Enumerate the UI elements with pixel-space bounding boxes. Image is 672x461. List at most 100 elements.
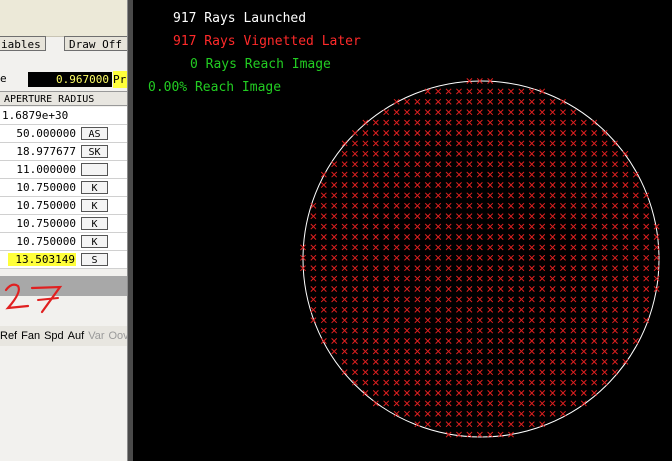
ray-marker <box>362 369 369 376</box>
ray-marker <box>404 369 410 376</box>
ray-marker <box>549 286 556 292</box>
aperture-value[interactable]: 18.977677 <box>4 145 76 158</box>
tool-spd[interactable]: Spd <box>44 330 64 342</box>
ray-marker <box>580 202 587 209</box>
table-row[interactable]: 13.503149 S <box>0 251 127 269</box>
table-row[interactable]: 10.750000 K <box>0 197 127 215</box>
ray-marker <box>601 317 608 324</box>
ray-marker <box>362 234 369 240</box>
draw-off-button[interactable]: Draw Off <box>64 36 127 51</box>
aperture-value[interactable]: 10.750000 <box>4 217 76 230</box>
ray-marker <box>539 161 546 168</box>
ray-marker <box>560 286 566 292</box>
aperture-type-button[interactable]: K <box>81 181 108 194</box>
ray-marker <box>580 182 587 188</box>
ray-marker <box>487 244 494 251</box>
ray-marker <box>393 254 400 261</box>
ray-marker <box>372 171 379 178</box>
table-row[interactable]: 50.000000 AS <box>0 125 127 143</box>
ray-marker <box>476 338 483 344</box>
aperture-type-button[interactable]: K <box>81 199 108 212</box>
ray-marker <box>383 390 390 396</box>
ray-marker <box>570 306 577 313</box>
ray-marker <box>456 400 462 407</box>
ray-marker <box>404 140 410 147</box>
ray-marker <box>518 338 525 344</box>
ray-marker <box>466 223 473 230</box>
ray-marker <box>497 369 504 376</box>
ray-marker <box>404 390 410 396</box>
aperture-value[interactable]: 10.750000 <box>4 181 76 194</box>
ray-marker <box>424 369 431 376</box>
ray-marker <box>456 223 462 230</box>
tool-var[interactable]: Var <box>88 330 104 342</box>
ray-marker <box>435 317 442 324</box>
tool-ref[interactable]: Ref <box>0 330 17 342</box>
ray-marker <box>601 234 608 240</box>
field-row: e 0.967000 Pr <box>0 71 127 88</box>
ray-marker <box>580 306 587 313</box>
tool-fan[interactable]: Fan <box>21 330 40 342</box>
ray-marker <box>372 234 379 240</box>
ray-marker <box>466 150 473 157</box>
aperture-value[interactable]: 50.000000 <box>4 127 76 140</box>
table-row[interactable]: 10.750000 K <box>0 215 127 233</box>
ray-marker <box>435 130 442 136</box>
aperture-value[interactable]: 11.000000 <box>4 163 76 176</box>
aperture-value[interactable]: 10.750000 <box>4 199 76 212</box>
table-row[interactable]: 1.6879e+30 <box>0 107 127 125</box>
ray-marker <box>414 140 421 147</box>
aperture-value[interactable]: 13.503149 <box>8 253 76 266</box>
ray-marker <box>372 265 379 272</box>
ray-marker <box>570 119 577 126</box>
ray-marker <box>466 369 473 376</box>
table-row[interactable]: 11.000000 <box>0 161 127 179</box>
ray-marker <box>497 161 504 168</box>
aperture-type-button[interactable] <box>81 163 108 176</box>
tool-auf[interactable]: Auf <box>68 330 85 342</box>
aperture-type-button[interactable]: K <box>81 217 108 230</box>
ray-marker <box>549 265 556 272</box>
aperture-type-button[interactable]: K <box>81 235 108 248</box>
ray-marker <box>612 182 618 188</box>
ray-marker <box>539 254 546 261</box>
ray-marker <box>445 306 452 313</box>
aperture-type-button[interactable]: S <box>81 253 108 266</box>
aperture-value[interactable]: 1.6879e+30 <box>2 109 74 122</box>
ray-marker <box>528 161 535 168</box>
ray-marker <box>383 306 390 313</box>
ray-marker <box>414 379 421 386</box>
ray-marker <box>508 130 514 136</box>
ray-marker <box>352 213 358 220</box>
ray-marker <box>518 327 525 334</box>
table-row[interactable]: 10.750000 K <box>0 233 127 251</box>
ray-marker <box>591 286 598 292</box>
ray-marker <box>331 327 338 334</box>
ray-marker <box>404 338 410 344</box>
ray-marker <box>487 213 494 220</box>
variables-button[interactable]: iables <box>0 36 46 51</box>
ray-marker <box>497 171 504 178</box>
ray-marker <box>622 296 629 303</box>
ray-marker <box>404 306 410 313</box>
table-row[interactable]: 10.750000 K <box>0 179 127 197</box>
ray-marker <box>518 244 525 251</box>
field-value-input[interactable]: 0.967000 <box>28 72 112 87</box>
ray-marker <box>362 379 369 386</box>
ray-marker <box>528 109 535 116</box>
ray-marker <box>591 348 598 355</box>
aperture-type-button[interactable]: SK <box>81 145 108 158</box>
ray-marker <box>414 161 421 168</box>
tool-oov[interactable]: Oov <box>109 330 128 342</box>
ray-marker <box>331 202 338 209</box>
ray-marker <box>362 192 369 199</box>
ray-marker <box>612 150 618 157</box>
table-row[interactable]: 18.977677 SK <box>0 143 127 161</box>
ray-marker <box>331 244 338 251</box>
ray-marker <box>310 306 317 313</box>
ray-marker <box>456 286 462 292</box>
ray-marker <box>612 358 618 365</box>
aperture-type-button[interactable]: AS <box>81 127 108 140</box>
ray-marker <box>591 150 598 157</box>
aperture-value[interactable]: 10.750000 <box>4 235 76 248</box>
